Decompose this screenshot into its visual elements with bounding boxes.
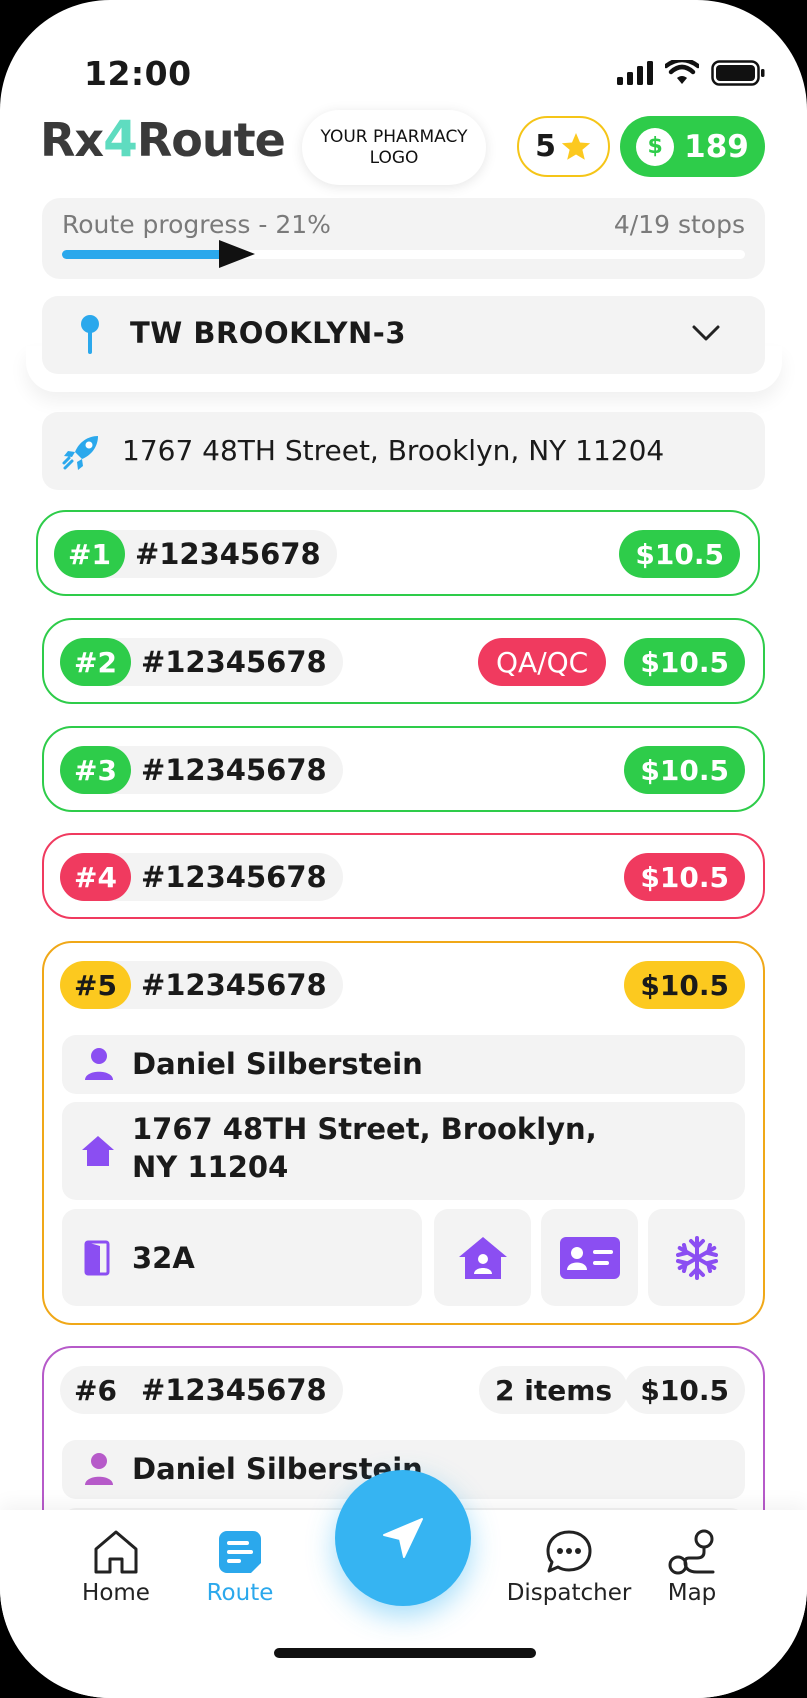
rocket-icon	[62, 436, 98, 470]
stop-id-group: #4 #12345678	[60, 853, 343, 901]
price-badge: $10.5	[624, 746, 745, 794]
rating-value: 5	[535, 129, 556, 164]
items-count-badge: 2 items	[479, 1366, 629, 1414]
apartment-row: 32A	[62, 1209, 422, 1306]
stop-id-group: #5 #12345678	[60, 961, 343, 1009]
navigation-arrow-icon	[383, 1518, 423, 1558]
balance-value: 189	[684, 128, 749, 165]
stop-id-group: #6 #12345678	[60, 1366, 343, 1414]
stop-number-badge: #5	[60, 961, 131, 1009]
stop-card-1[interactable]: #1 #12345678 $10.5	[36, 510, 760, 596]
nav-dispatcher[interactable]: Dispatcher	[499, 1524, 639, 1606]
id-card-icon	[559, 1236, 620, 1279]
start-address-row: 1767 48TH Street, Brooklyn, NY 11204	[42, 412, 765, 490]
person-icon	[85, 1048, 113, 1080]
cold-chain-action-button[interactable]	[648, 1209, 745, 1306]
route-progress-stops: 4/19 stops	[613, 210, 745, 239]
stop-card-5[interactable]: #5 #12345678 $10.5 Daniel Silberstein 17…	[42, 941, 765, 1325]
door-icon	[84, 1240, 110, 1276]
stop-card-4[interactable]: #4 #12345678 $10.5	[42, 833, 765, 919]
route-name: TW BROOKLYN-3	[130, 316, 407, 350]
house-icon	[82, 1136, 114, 1166]
stop-card-2[interactable]: #2 #12345678 QA/QC $10.5	[42, 618, 765, 704]
stop-number-badge: #2	[60, 638, 131, 686]
address-line-1: 1767 48TH Street, Brooklyn,	[132, 1112, 597, 1146]
navigate-button[interactable]	[335, 1470, 471, 1606]
price-badge: $10.5	[624, 853, 745, 901]
nav-route-label: Route	[206, 1580, 274, 1606]
nav-map[interactable]: Map	[627, 1524, 757, 1606]
status-icons	[617, 60, 765, 86]
nav-route[interactable]: Route	[175, 1524, 305, 1606]
stop-id-group: #3 #12345678	[60, 746, 343, 794]
nav-home-label: Home	[82, 1580, 150, 1606]
progress-fill	[62, 250, 235, 259]
chat-icon	[546, 1530, 592, 1573]
stop-id-group: #2 #12345678	[60, 638, 343, 686]
stop-number-badge: #1	[54, 530, 125, 578]
progress-track	[62, 240, 745, 268]
home-icon	[94, 1530, 138, 1574]
address-row[interactable]: 1767 48TH Street, Brooklyn, NY 11204	[62, 1102, 745, 1200]
order-id: #12345678	[140, 753, 327, 787]
house-person-icon	[458, 1236, 507, 1279]
house-action-button[interactable]	[434, 1209, 531, 1306]
signal-icon	[617, 61, 653, 85]
home-indicator	[274, 1648, 536, 1658]
qa-qc-badge: QA/QC	[478, 638, 607, 686]
order-id: #12345678	[140, 1373, 327, 1407]
customer-row: Daniel Silberstein	[62, 1035, 745, 1094]
pin-icon	[81, 315, 99, 354]
route-progress-label: Route progress - 21%	[62, 210, 331, 239]
chevron-down-icon	[692, 325, 720, 341]
wifi-icon	[665, 60, 699, 84]
stop-number-badge: #6	[74, 1373, 117, 1407]
balance-badge[interactable]: $ 189	[620, 116, 765, 177]
order-id: #12345678	[140, 860, 327, 894]
logo-suffix: Route	[136, 113, 286, 167]
nav-home[interactable]: Home	[51, 1524, 181, 1606]
order-id: #12345678	[140, 968, 327, 1002]
price-badge: $10.5	[624, 638, 745, 686]
dollar-icon: $	[636, 127, 675, 166]
route-document-icon	[219, 1531, 261, 1573]
address-line-2: NY 11204	[132, 1150, 289, 1184]
stop-card-3[interactable]: #3 #12345678 $10.5	[42, 726, 765, 812]
logo-prefix: Rx	[40, 113, 104, 167]
star-icon	[561, 132, 591, 160]
app-screen: 12:00 Rx4Route YOUR PHARMACY LOGO 5 $ 18…	[0, 0, 807, 1698]
price-badge: $10.5	[619, 530, 740, 578]
logo-four: 4	[103, 110, 138, 168]
pharmacy-logo: YOUR PHARMACY LOGO	[302, 110, 486, 185]
order-id: #12345678	[134, 537, 321, 571]
snowflake-icon	[675, 1235, 718, 1280]
order-id: #12345678	[140, 645, 327, 679]
price-badge: $10.5	[624, 1366, 745, 1414]
route-progress-card: Route progress - 21% 4/19 stops	[42, 198, 765, 279]
rating-badge[interactable]: 5	[517, 116, 610, 177]
route-selector[interactable]: TW BROOKLYN-3	[42, 296, 765, 374]
pharmacy-logo-text: YOUR PHARMACY LOGO	[320, 126, 468, 168]
stop-id-group: #1 #12345678	[54, 530, 337, 578]
price-badge: $10.5	[624, 961, 745, 1009]
battery-icon	[711, 60, 765, 86]
apartment-number: 32A	[132, 1241, 195, 1275]
stop-number-badge: #3	[60, 746, 131, 794]
id-card-action-button[interactable]	[541, 1209, 638, 1306]
app-logo: Rx4Route	[40, 110, 286, 168]
status-time: 12:00	[84, 54, 192, 93]
nav-map-label: Map	[667, 1580, 717, 1606]
start-address-text: 1767 48TH Street, Brooklyn, NY 11204	[122, 434, 665, 467]
stop-number-badge: #4	[60, 853, 131, 901]
phone-frame: 12:00 Rx4Route YOUR PHARMACY LOGO 5 $ 18…	[0, 0, 807, 1698]
map-route-icon	[668, 1529, 715, 1575]
nav-dispatcher-label: Dispatcher	[506, 1580, 632, 1606]
progress-arrow-icon	[219, 240, 255, 268]
person-icon	[85, 1453, 113, 1485]
customer-name: Daniel Silberstein	[132, 1047, 423, 1081]
